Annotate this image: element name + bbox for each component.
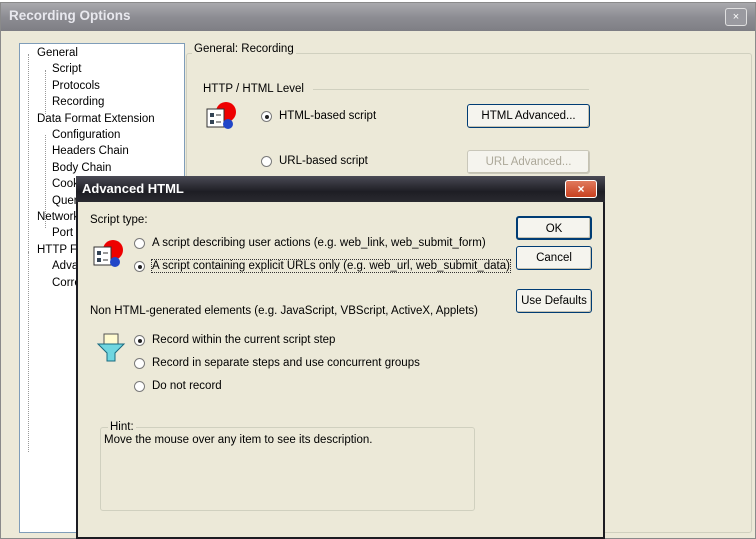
- tree-item[interactable]: Protocols: [52, 80, 100, 92]
- script-options-radio[interactable]: [134, 261, 145, 272]
- tree-item[interactable]: Headers Chain: [52, 145, 129, 157]
- html-based-radio[interactable]: [261, 111, 272, 122]
- tree-item[interactable]: Data Format Extension: [37, 113, 155, 125]
- tree-item[interactable]: HTTP F: [37, 244, 77, 256]
- window-title: Recording Options: [9, 8, 131, 23]
- tree-item[interactable]: Port: [52, 227, 73, 239]
- dialog-title: Advanced HTML: [82, 181, 184, 196]
- non-html_options-label[interactable]: Record within the current script step: [152, 334, 335, 346]
- window-close-button[interactable]: ×: [725, 8, 747, 26]
- tree-item[interactable]: Body Chain: [52, 162, 111, 174]
- tree-item[interactable]: Script: [52, 63, 81, 75]
- section-divider: [313, 89, 589, 90]
- tree-item[interactable]: Network: [37, 211, 79, 223]
- tree-item[interactable]: Configuration: [52, 129, 120, 141]
- advanced-html-dialog: Advanced HTML × Script type: A script de…: [76, 176, 605, 539]
- script-type-label: Script type:: [90, 214, 148, 226]
- dialog-close-button[interactable]: ×: [565, 180, 597, 198]
- non-html-label: Non HTML-generated elements (e.g. JavaSc…: [90, 305, 478, 317]
- url-based-radio[interactable]: [261, 156, 272, 167]
- hint-label: Hint:: [108, 421, 136, 433]
- filter-icon: [96, 333, 126, 362]
- use-defaults-button[interactable]: Use Defaults: [516, 289, 592, 313]
- hint-text: Move the mouse over any item to see its …: [104, 434, 373, 446]
- tree-item[interactable]: Cook: [52, 178, 79, 190]
- tree-connector: [45, 70, 46, 114]
- non-html_options-radio[interactable]: [134, 335, 145, 346]
- group-title: General: Recording: [192, 43, 296, 55]
- tree-connector: [28, 54, 29, 254]
- tree-item[interactable]: Adva: [52, 260, 78, 272]
- html-based-label[interactable]: HTML-based script: [279, 110, 376, 122]
- script-type-icon: [93, 240, 123, 267]
- non-html_options-label[interactable]: Do not record: [152, 380, 222, 392]
- tree-connector: [28, 252, 29, 452]
- script-options-label[interactable]: A script containing explicit URLs only (…: [151, 259, 511, 273]
- url-based-label[interactable]: URL-based script: [279, 155, 368, 167]
- non-html_options-label[interactable]: Record in separate steps and use concurr…: [152, 357, 420, 369]
- ok-button[interactable]: OK: [516, 216, 592, 240]
- url-advanced-button[interactable]: URL Advanced...: [467, 150, 590, 174]
- window-title-bar[interactable]: Recording Options: [1, 3, 755, 31]
- cancel-button[interactable]: Cancel: [516, 246, 592, 270]
- non-html_options-radio[interactable]: [134, 381, 145, 392]
- tree-item[interactable]: Quer: [52, 195, 78, 207]
- tree-item[interactable]: Recording: [52, 96, 104, 108]
- dialog-title-bar[interactable]: Advanced HTML: [76, 176, 605, 202]
- script-options-label[interactable]: A script describing user actions (e.g. w…: [152, 237, 486, 249]
- tree-item[interactable]: General: [37, 47, 78, 59]
- section-label: HTTP / HTML Level: [203, 83, 304, 95]
- non-html_options-radio[interactable]: [134, 358, 145, 369]
- html-script-icon: [206, 102, 236, 129]
- html-advanced-button[interactable]: HTML Advanced...: [467, 104, 590, 128]
- script-options-radio[interactable]: [134, 238, 145, 249]
- tree-connector: [45, 135, 46, 228]
